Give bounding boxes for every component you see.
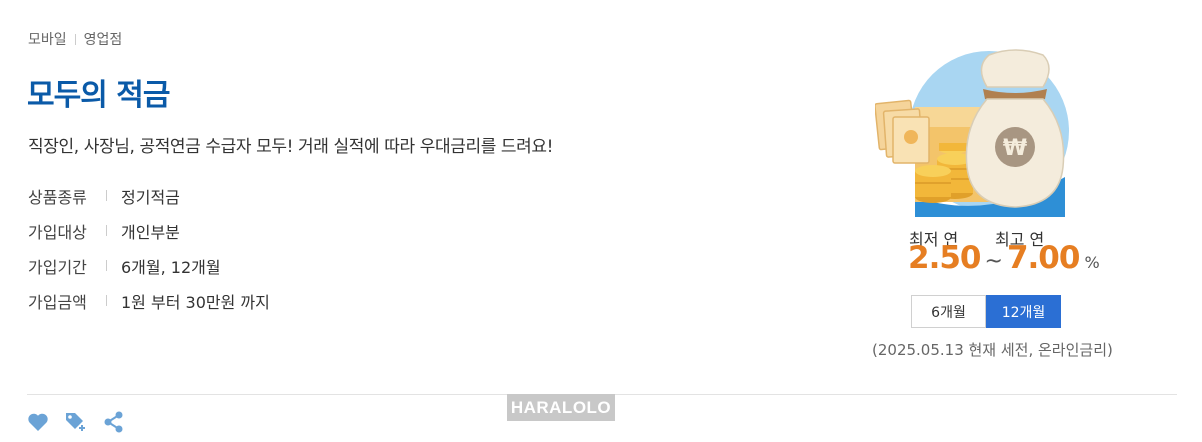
watermark: HARALOLO <box>507 394 615 421</box>
min-rate-value: 2.50 <box>908 240 981 276</box>
spec-row-target: 가입대상 개인부분 <box>28 213 270 248</box>
channel-branch: 영업점 <box>83 32 123 48</box>
rate-range-separator: ~ <box>984 249 1003 274</box>
spec-label: 가입기간 <box>28 257 87 277</box>
tab-6-months[interactable]: 6개월 <box>911 295 986 328</box>
max-rate-value: 7.00 <box>1006 240 1080 276</box>
spec-row-type: 상품종류 정기적금 <box>28 178 270 213</box>
spec-divider <box>106 225 107 236</box>
action-bar <box>26 410 140 434</box>
spec-value: 개인부분 <box>121 222 180 242</box>
period-tabs: 6개월 12개월 <box>911 295 1061 328</box>
spec-label: 가입대상 <box>28 222 87 242</box>
channel-breadcrumb: 모바일 영업점 <box>28 29 122 49</box>
spec-divider <box>106 295 107 306</box>
money-bag-illustration: ₩ <box>875 49 1069 217</box>
spec-divider <box>106 260 107 271</box>
channel-separator <box>74 33 76 45</box>
channel-mobile: 모바일 <box>28 32 67 48</box>
rate-basis-note: (2025.05.13 현재 세전, 온라인금리) <box>872 341 1113 359</box>
spec-row-period: 가입기간 6개월, 12개월 <box>28 248 270 283</box>
spec-value: 1원 부터 30만원 까지 <box>121 292 270 312</box>
product-spec-list: 상품종류 정기적금 가입대상 개인부분 가입기간 6개월, 12개월 가입금액 … <box>28 178 270 318</box>
interest-rate-range: 2.50 ~ 7.00 % <box>908 240 1100 276</box>
heart-icon[interactable] <box>26 410 50 434</box>
spec-label: 상품종류 <box>28 187 87 207</box>
product-description: 직장인, 사장님, 공적연금 수급자 모두! 거래 실적에 따라 우대금리를 드… <box>28 137 554 157</box>
rate-unit: % <box>1084 253 1100 272</box>
spec-value: 6개월, 12개월 <box>121 257 221 277</box>
svg-text:₩: ₩ <box>1003 136 1027 161</box>
tab-12-months[interactable]: 12개월 <box>986 295 1061 328</box>
product-title: 모두의 적금 <box>27 78 170 113</box>
tag-plus-icon[interactable] <box>64 410 88 434</box>
spec-value: 정기적금 <box>121 187 180 207</box>
spec-divider <box>106 190 107 201</box>
spec-row-amount: 가입금액 1원 부터 30만원 까지 <box>28 283 270 318</box>
share-icon[interactable] <box>102 410 126 434</box>
spec-label: 가입금액 <box>28 292 87 312</box>
